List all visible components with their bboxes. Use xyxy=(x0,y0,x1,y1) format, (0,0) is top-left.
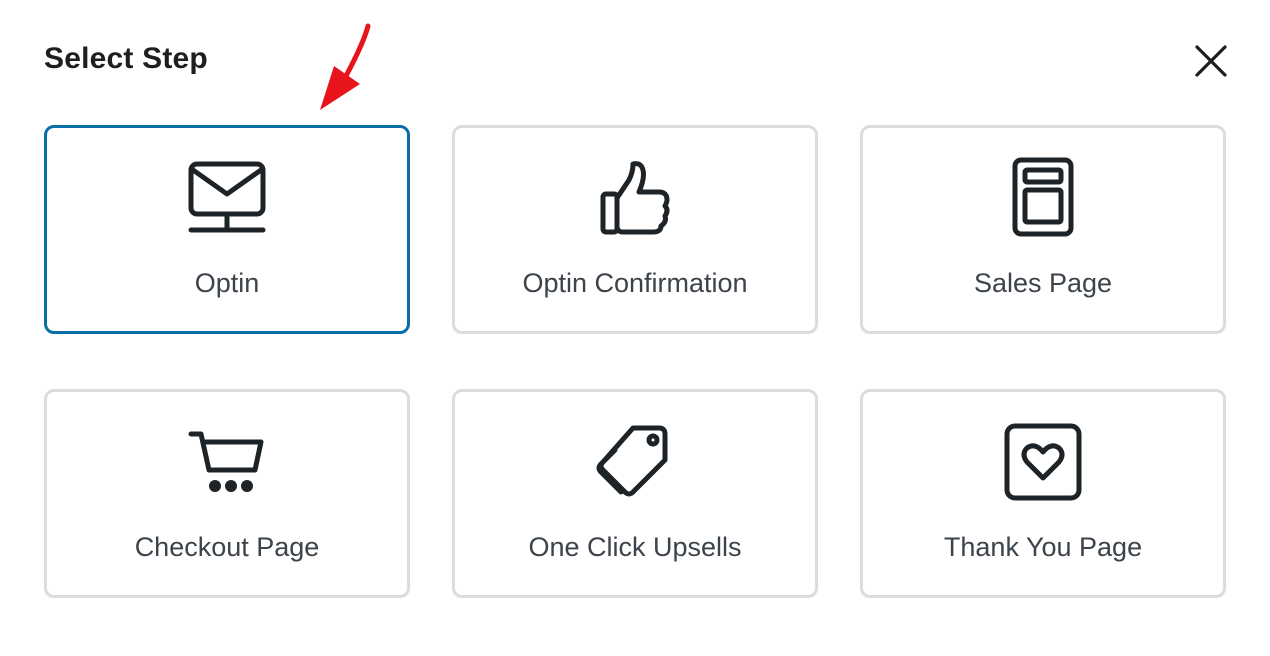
step-label: One Click Upsells xyxy=(528,532,742,562)
heart-box-icon xyxy=(1001,420,1085,504)
annotation-arrow xyxy=(320,23,371,110)
step-card-one-click-upsells[interactable]: One Click Upsells xyxy=(452,389,818,598)
step-card-optin-confirmation[interactable]: Optin Confirmation xyxy=(452,125,818,334)
step-label: Optin xyxy=(194,268,260,298)
cart-icon xyxy=(185,420,269,504)
step-card-optin[interactable]: Optin xyxy=(44,125,410,334)
step-label: Sales Page xyxy=(973,268,1113,298)
thumbs-up-icon xyxy=(593,156,677,240)
step-card-sales-page[interactable]: Sales Page xyxy=(860,125,1226,334)
dialog-title: Select Step xyxy=(44,42,208,75)
close-icon xyxy=(1195,45,1227,77)
tags-icon xyxy=(593,420,677,504)
step-label: Thank You Page xyxy=(943,532,1143,562)
step-grid: Optin Optin Confirmation Sales Page Chec… xyxy=(44,125,1226,598)
step-card-thank-you-page[interactable]: Thank You Page xyxy=(860,389,1226,598)
step-card-checkout-page[interactable]: Checkout Page xyxy=(44,389,410,598)
close-button[interactable] xyxy=(1186,36,1236,86)
select-step-dialog: Select Step Optin Optin Confirmation Sal… xyxy=(0,0,1270,656)
step-label: Optin Confirmation xyxy=(522,268,748,298)
envelope-monitor-icon xyxy=(185,156,269,240)
page-layout-icon xyxy=(1001,156,1085,240)
step-label: Checkout Page xyxy=(134,532,320,562)
